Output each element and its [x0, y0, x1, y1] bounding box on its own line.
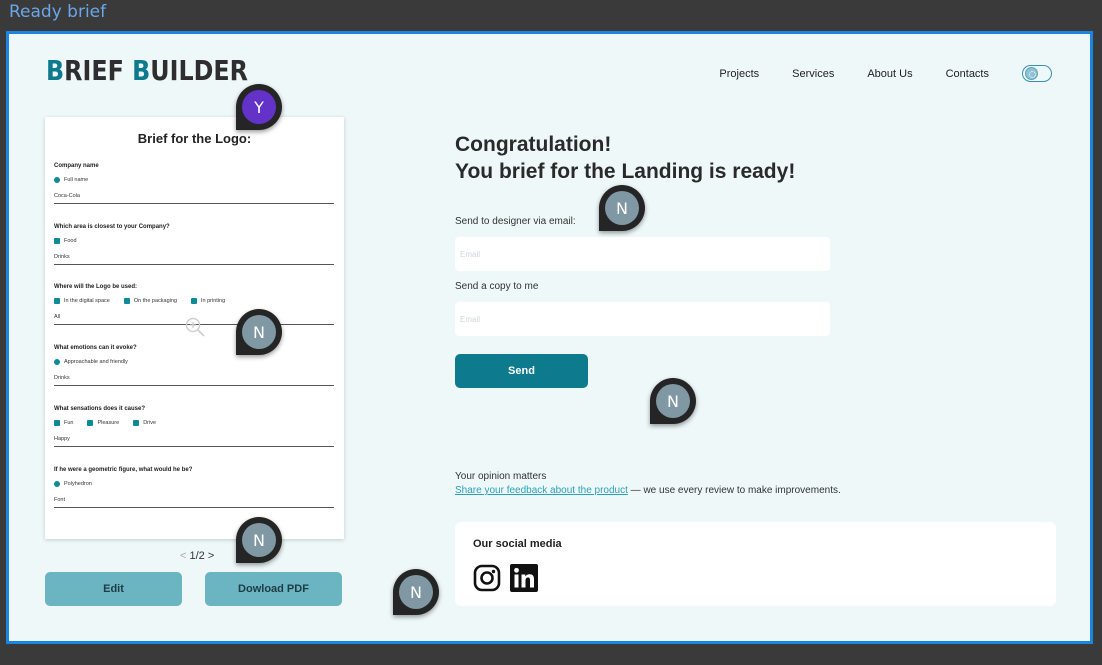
answer-option: Approachable and friendly — [54, 359, 128, 365]
answer-option: In the digital space — [54, 298, 110, 304]
collaborator-avatar[interactable]: N — [236, 517, 282, 563]
page-indicator: 1/2 — [189, 550, 205, 562]
zoom-in-icon[interactable] — [185, 317, 205, 337]
linkedin-icon[interactable] — [510, 564, 538, 592]
logo-letter: B — [46, 54, 65, 87]
checkbox-icon — [133, 420, 140, 426]
brief-pager: < 1/2 > — [180, 550, 214, 562]
collaborator-avatar[interactable]: N — [599, 185, 645, 231]
nav-projects[interactable]: Projects — [719, 68, 759, 80]
collaborator-avatar[interactable]: N — [236, 309, 282, 355]
collaborator-avatar[interactable]: Y — [236, 84, 282, 130]
checkbox-icon — [54, 420, 60, 426]
radio-icon — [54, 359, 60, 365]
page-frame: BRIEF BUILDER Projects Services About Us… — [6, 31, 1093, 644]
checkbox-icon — [54, 238, 60, 244]
answer-option: Fun — [54, 420, 73, 426]
radio-icon — [54, 177, 60, 183]
checkbox-icon — [54, 298, 60, 304]
heading-line: Congratulation! — [455, 133, 612, 156]
nav-about-us[interactable]: About Us — [867, 68, 912, 80]
toggle-knob — [1025, 67, 1038, 80]
option-label: Fun — [64, 420, 74, 426]
social-media-card: Our social media — [455, 522, 1056, 606]
option-label: Food — [64, 238, 77, 244]
window-title: Ready brief — [9, 2, 107, 22]
checkbox-icon — [87, 420, 94, 426]
nav-services[interactable]: Services — [792, 68, 834, 80]
heading-line: You brief for the Landing is ready! — [455, 160, 796, 183]
download-pdf-button[interactable]: Dowload PDF — [205, 572, 342, 606]
avatar-initial: N — [399, 575, 433, 609]
radio-icon — [54, 481, 60, 487]
feedback-link[interactable]: Share your feedback about the product — [455, 485, 628, 496]
option-label: In printing — [201, 298, 226, 304]
checkbox-icon — [123, 298, 130, 304]
answer-option: Full name — [54, 177, 88, 183]
brief-title: Brief for the Logo: — [137, 131, 252, 146]
avatar-initial: Y — [242, 90, 276, 124]
brief-question: What sensations does it cause? Fun Pleas… — [54, 406, 334, 447]
avatar-initial: N — [242, 315, 276, 349]
avatar-initial: N — [656, 384, 690, 418]
question-label: If he were a geometric figure, what woul… — [54, 467, 193, 473]
question-value: Happy — [54, 436, 334, 447]
answer-option: Pleasure — [87, 420, 119, 426]
theme-toggle[interactable] — [1022, 65, 1052, 82]
brief-preview: Brief for the Logo: Company name Full na… — [45, 117, 344, 539]
instagram-icon[interactable] — [473, 564, 501, 592]
option-label: Approachable and friendly — [64, 359, 128, 365]
opinion-title: Your opinion matters — [455, 471, 547, 482]
nav-contacts[interactable]: Contacts — [946, 68, 989, 80]
option-label: On the packaging — [133, 298, 177, 304]
option-label: In the digital space — [64, 298, 110, 304]
question-value: Coca-Cola — [54, 193, 334, 204]
question-value: Drinks — [54, 375, 334, 386]
opinion-text: Share your feedback about the product — … — [455, 484, 841, 498]
brief-question: If he were a geometric figure, what woul… — [54, 467, 334, 508]
checkbox-icon — [191, 298, 197, 304]
option-label: Polyhedron — [64, 481, 92, 487]
send-button[interactable]: Send — [455, 354, 588, 388]
question-label: Company name — [54, 163, 99, 169]
prev-page-button[interactable]: < — [180, 550, 186, 562]
edit-button[interactable]: Edit — [45, 572, 182, 606]
logo-text: UILDER — [150, 54, 248, 87]
logo-letter: B — [132, 54, 151, 87]
brief-question: Company name Full name Coca-Cola — [54, 163, 334, 204]
question-value: Drinks — [54, 254, 334, 265]
option-label: Pleasure — [97, 420, 120, 426]
question-label: Where will the Logo be used: — [54, 284, 138, 290]
social-title: Our social media — [473, 538, 562, 550]
main-nav: Projects Services About Us Contacts — [719, 65, 1052, 82]
copy-email-input[interactable] — [455, 302, 830, 336]
answer-option: Food — [54, 238, 77, 244]
opinion-rest: — we use every review to make improvemen… — [627, 485, 841, 496]
collaborator-avatar[interactable]: N — [650, 378, 696, 424]
brief-question: What emotions can it evoke? Approachable… — [54, 345, 334, 386]
question-label: What sensations does it cause? — [54, 406, 146, 412]
avatar-initial: N — [605, 191, 639, 225]
opinion-block: Your opinion matters Share your feedback… — [455, 470, 841, 498]
next-page-button[interactable]: > — [208, 550, 214, 562]
option-label: Full name — [64, 177, 89, 183]
question-label: Which area is closest to your Company? — [54, 224, 170, 230]
option-label: Drive — [143, 420, 157, 426]
answer-option: Polyhedron — [54, 481, 92, 487]
answer-option: In printing — [191, 298, 225, 304]
designer-email-input[interactable] — [455, 237, 830, 271]
designer-email-label: Send to designer via email: — [455, 216, 576, 227]
question-label: What emotions can it evoke? — [54, 345, 137, 351]
logo-text: RIEF — [64, 54, 133, 87]
collaborator-avatar[interactable]: N — [393, 569, 439, 615]
answer-option: Drive — [133, 420, 156, 426]
page-heading: Congratulation! You brief for the Landin… — [455, 131, 795, 185]
copy-email-label: Send a copy to me — [455, 281, 539, 292]
answer-option: On the packaging — [123, 298, 177, 304]
brief-question: Which area is closest to your Company? F… — [54, 224, 334, 265]
question-value: Font — [54, 497, 334, 508]
avatar-initial: N — [242, 523, 276, 557]
brand-logo[interactable]: BRIEF BUILDER — [46, 54, 248, 87]
